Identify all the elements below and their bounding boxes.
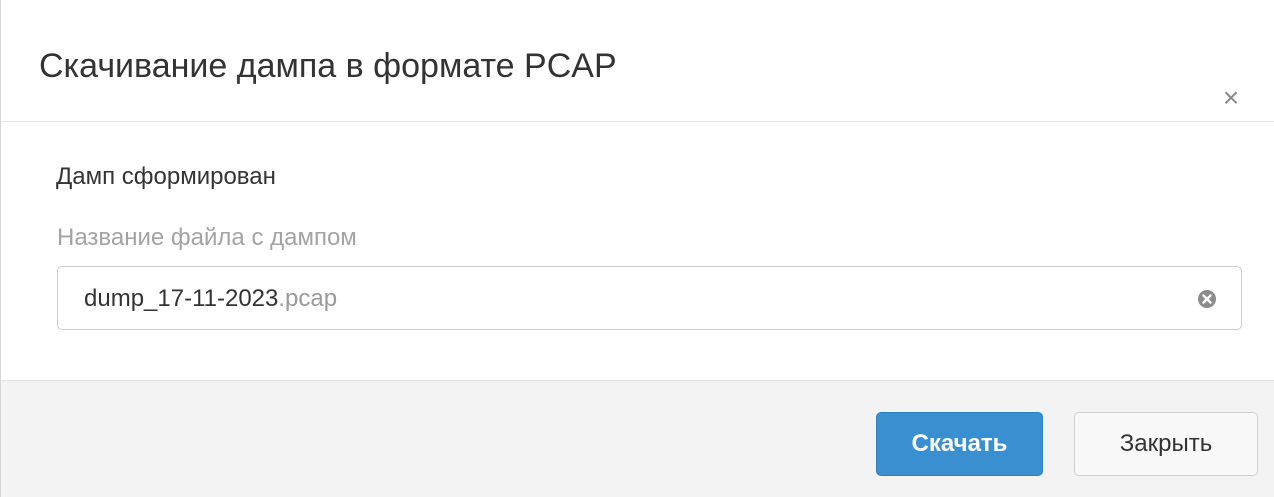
dialog-body: Дамп сформирован Название файла с дампом… <box>1 122 1274 380</box>
close-icon[interactable]: × <box>1213 80 1249 116</box>
filename-field-label: Название файла с дампом <box>57 224 357 251</box>
download-button[interactable]: Скачать <box>876 412 1043 476</box>
filename-input-value[interactable]: dump_17-11-2023.pcap <box>84 283 337 315</box>
filename-input[interactable]: dump_17-11-2023.pcap <box>57 266 1242 330</box>
filename-extension: .pcap <box>278 285 338 312</box>
close-button[interactable]: Закрыть <box>1074 412 1258 476</box>
pcap-download-dialog: Скачивание дампа в формате PCAP × Дамп с… <box>0 0 1274 497</box>
dialog-title: Скачивание дампа в формате PCAP <box>39 47 617 85</box>
filename-text: dump_17-11-2023 <box>84 285 279 312</box>
clear-input-icon[interactable] <box>1196 288 1218 310</box>
dump-status-text: Дамп сформирован <box>56 163 276 190</box>
dialog-header: Скачивание дампа в формате PCAP × <box>1 0 1274 122</box>
dialog-footer: Скачать Закрыть <box>1 380 1274 497</box>
